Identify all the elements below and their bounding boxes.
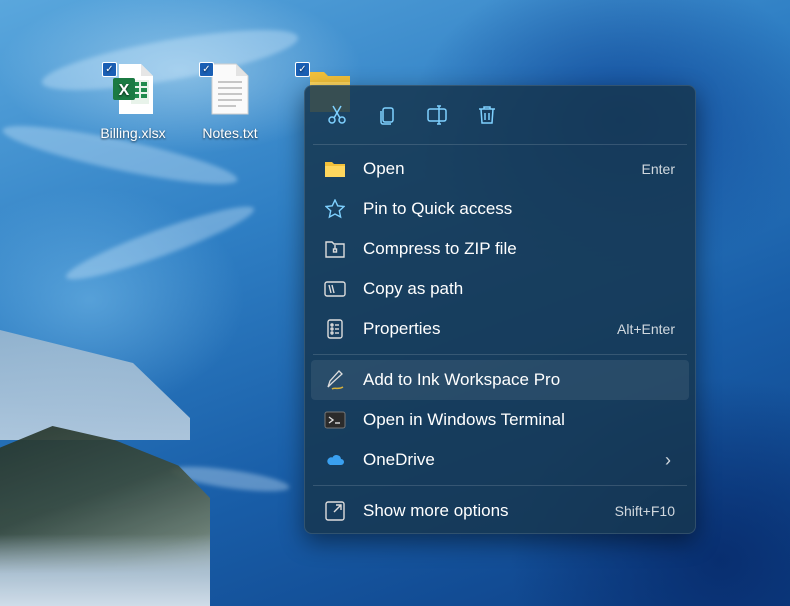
selection-checkbox[interactable]: ✓ bbox=[102, 62, 117, 77]
menu-item-label: Copy as path bbox=[363, 279, 464, 298]
star-icon bbox=[325, 199, 345, 219]
svg-text:X: X bbox=[119, 82, 130, 99]
menu-item-pin-quick-access[interactable]: Pin to Quick access bbox=[311, 189, 689, 229]
menu-item-open[interactable]: Open Enter bbox=[311, 149, 689, 189]
pen-icon bbox=[327, 370, 344, 390]
properties-icon bbox=[327, 319, 343, 339]
menu-item-shortcut: Alt+Enter bbox=[617, 321, 675, 337]
delete-icon bbox=[479, 106, 495, 124]
menu-item-label: Add to Ink Workspace Pro bbox=[363, 370, 561, 389]
cloud-icon bbox=[327, 455, 344, 465]
wallpaper-sky bbox=[0, 330, 190, 440]
menu-item-shortcut: Shift+F10 bbox=[614, 503, 675, 519]
cut-icon bbox=[328, 105, 346, 124]
menu-item-open-terminal[interactable]: Open in Windows Terminal bbox=[311, 400, 689, 440]
rename-button[interactable] bbox=[419, 97, 455, 133]
selection-checkbox[interactable]: ✓ bbox=[295, 62, 310, 77]
folder-icon bbox=[325, 162, 345, 177]
menu-item-label: Pin to Quick access bbox=[363, 199, 513, 218]
rename-icon bbox=[427, 105, 447, 125]
menu-item-label: Open in Windows Terminal bbox=[363, 410, 565, 429]
menu-item-compress-zip[interactable]: Compress to ZIP file bbox=[311, 229, 689, 269]
wallpaper-mountain bbox=[0, 426, 210, 606]
copy-icon bbox=[380, 107, 394, 125]
more-options-icon bbox=[325, 501, 345, 521]
delete-button[interactable] bbox=[469, 97, 505, 133]
path-icon bbox=[324, 281, 346, 297]
context-menu: Open Enter Pin to Quick access Compress … bbox=[304, 85, 696, 534]
menu-item-label: Open bbox=[363, 159, 405, 178]
menu-item-shortcut: Enter bbox=[641, 161, 675, 177]
desktop-icon-billing[interactable]: ✓ X Billing.xlsx bbox=[88, 62, 178, 141]
menu-item-label: Properties bbox=[363, 319, 441, 338]
zip-icon bbox=[325, 241, 345, 258]
menu-item-label: Compress to ZIP file bbox=[363, 239, 517, 258]
menu-item-add-ink-workspace[interactable]: Add to Ink Workspace Pro bbox=[311, 360, 689, 400]
copy-button[interactable] bbox=[369, 97, 405, 133]
desktop-icon-label: Notes.txt bbox=[202, 125, 258, 141]
menu-item-properties[interactable]: Properties Alt+Enter bbox=[311, 309, 689, 349]
selection-checkbox[interactable]: ✓ bbox=[199, 62, 214, 77]
chevron-right-icon: › bbox=[665, 449, 671, 470]
context-menu-toolbar bbox=[305, 86, 695, 144]
menu-item-copy-as-path[interactable]: Copy as path bbox=[311, 269, 689, 309]
desktop-icon-notes[interactable]: ✓ Notes.txt bbox=[185, 62, 275, 141]
menu-item-label: Show more options bbox=[363, 501, 509, 520]
menu-item-show-more-options[interactable]: Show more options Shift+F10 bbox=[311, 491, 689, 531]
menu-item-onedrive[interactable]: OneDrive › bbox=[311, 440, 689, 480]
cut-button[interactable] bbox=[319, 97, 355, 133]
menu-item-label: OneDrive bbox=[363, 450, 435, 469]
desktop-icon-label: Billing.xlsx bbox=[100, 125, 166, 141]
terminal-icon bbox=[324, 411, 346, 429]
